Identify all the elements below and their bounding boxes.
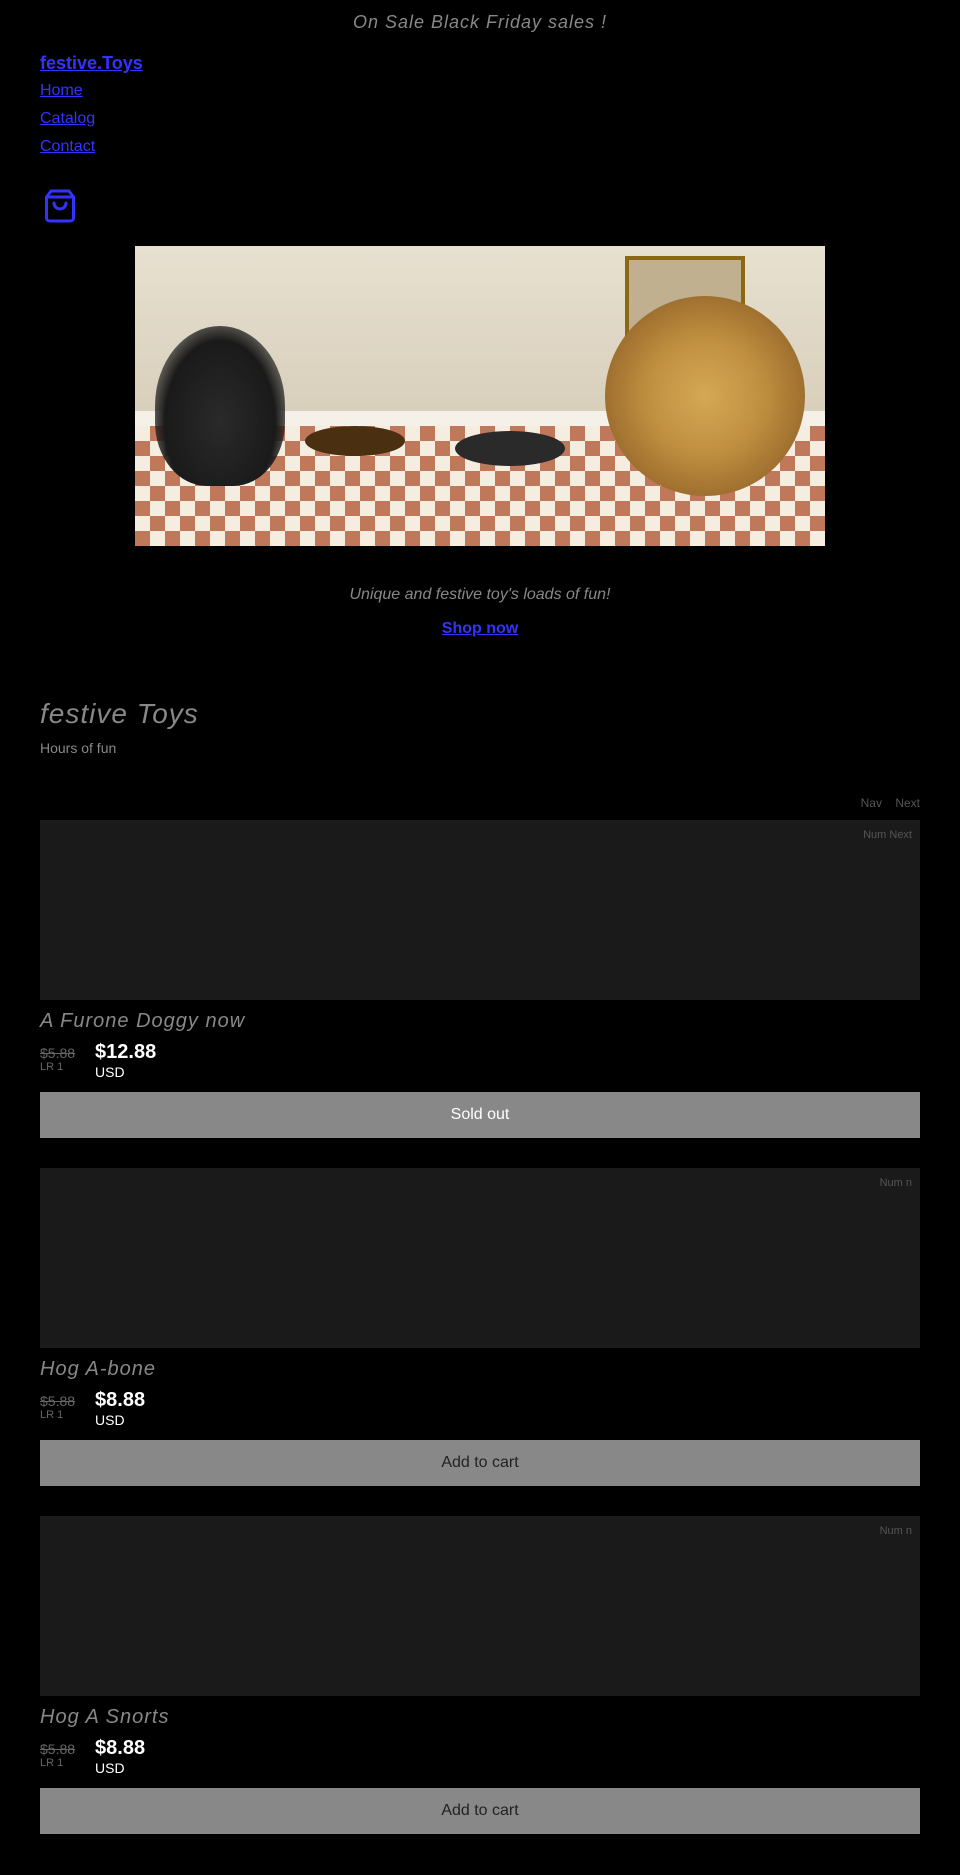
product-image-2: Num n: [40, 1168, 920, 1348]
product-old-price-col-1: $5.88 LR 1: [40, 1045, 75, 1073]
product-new-price-col-2: $8.88 USD: [95, 1389, 145, 1428]
nav-links: Home Catalog Contact: [40, 82, 920, 156]
product-new-price-1: $12.88: [95, 1041, 156, 1064]
tagline-text: Unique and festive toy's loads of fun!: [40, 586, 920, 604]
festive-section: festive Toys Hours of fun: [0, 658, 960, 796]
product-old-currency-1: LR 1: [40, 1061, 75, 1073]
product-num-label-1: Num Next: [863, 828, 912, 843]
section-nav: Nav Next: [0, 796, 960, 810]
nav-label-1: Nav: [861, 796, 882, 810]
cart-area: [0, 166, 960, 246]
product-card-2: Num n Hog A-bone $5.88 LR 1 $8.88 USD Ad…: [40, 1168, 920, 1486]
product-old-price-1: $5.88: [40, 1045, 75, 1061]
add-to-cart-button-2[interactable]: Add to cart: [40, 1440, 920, 1486]
section-title: festive Toys: [40, 698, 920, 730]
nav-logo[interactable]: festive.Toys: [40, 53, 920, 74]
product-old-price-2: $5.88: [40, 1393, 75, 1409]
section-nav-items: Nav Next: [861, 796, 920, 810]
product-list: Num Next A Furone Doggy now $5.88 LR 1 $…: [0, 820, 960, 1834]
section-subtitle: Hours of fun: [40, 740, 920, 756]
product-new-price-col-1: $12.88 USD: [95, 1041, 156, 1080]
add-to-cart-button-3[interactable]: Add to cart: [40, 1788, 920, 1834]
product-new-price-col-3: $8.88 USD: [95, 1737, 145, 1776]
nav-label-2: Next: [895, 796, 920, 810]
product-pricing-3: $5.88 LR 1 $8.88 USD: [40, 1737, 920, 1776]
product-name-1: A Furone Doggy now: [40, 1010, 920, 1033]
product-old-currency-3: LR 1: [40, 1757, 75, 1769]
product-new-currency-1: USD: [95, 1064, 156, 1080]
tagline-section: Unique and festive toy's loads of fun! S…: [0, 546, 960, 658]
product-num-label-3: Num n: [880, 1524, 912, 1539]
product-name-3: Hog A Snorts: [40, 1706, 920, 1729]
product-card-1: Num Next A Furone Doggy now $5.88 LR 1 $…: [40, 820, 920, 1138]
product-new-price-3: $8.88: [95, 1737, 145, 1760]
sold-out-button-1: Sold out: [40, 1092, 920, 1138]
nav-link-contact[interactable]: Contact: [40, 138, 920, 156]
nav-link-home[interactable]: Home: [40, 82, 920, 100]
product-num-label-2: Num n: [880, 1176, 912, 1191]
product-pricing-2: $5.88 LR 1 $8.88 USD: [40, 1389, 920, 1428]
product-card-3: Num n Hog A Snorts $5.88 LR 1 $8.88 USD …: [40, 1516, 920, 1834]
product-pricing-1: $5.88 LR 1 $12.88 USD: [40, 1041, 920, 1080]
navigation: festive.Toys Home Catalog Contact: [0, 43, 960, 166]
nav-link-catalog[interactable]: Catalog: [40, 110, 920, 128]
product-new-currency-2: USD: [95, 1412, 145, 1428]
product-new-price-2: $8.88: [95, 1389, 145, 1412]
product-old-price-col-2: $5.88 LR 1: [40, 1393, 75, 1421]
product-old-currency-2: LR 1: [40, 1409, 75, 1421]
product-old-price-col-3: $5.88 LR 1: [40, 1741, 75, 1769]
hero-image: [135, 246, 825, 546]
product-name-2: Hog A-bone: [40, 1358, 920, 1381]
cart-button[interactable]: [40, 186, 80, 226]
shop-now-button[interactable]: Shop now: [442, 620, 518, 638]
product-image-3: Num n: [40, 1516, 920, 1696]
product-old-price-3: $5.88: [40, 1741, 75, 1757]
product-new-currency-3: USD: [95, 1760, 145, 1776]
product-image-1: Num Next: [40, 820, 920, 1000]
top-banner: On Sale Black Friday sales !: [0, 0, 960, 43]
